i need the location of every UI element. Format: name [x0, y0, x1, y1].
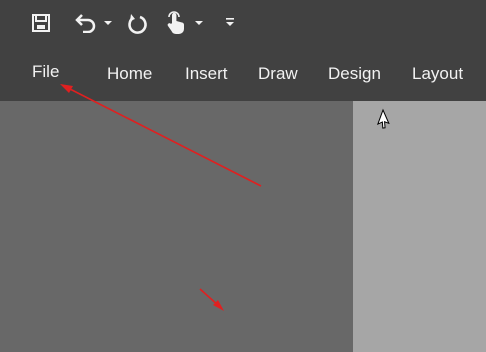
chevron-down-icon: [104, 21, 112, 25]
ribbon-tab-bar: File Home Insert Draw Design Layout: [0, 54, 486, 92]
chevron-down-icon: [195, 21, 203, 25]
save-icon: [32, 14, 50, 32]
customize-qat-icon: [226, 18, 234, 26]
touch-mode-icon: [167, 11, 185, 35]
save-button[interactable]: [29, 11, 53, 35]
touch-mode-button[interactable]: [163, 9, 189, 37]
redo-icon: [128, 14, 147, 34]
undo-icon: [75, 14, 96, 33]
undo-button[interactable]: [72, 11, 98, 35]
undo-dropdown-button[interactable]: [102, 15, 114, 31]
tab-layout[interactable]: Layout: [412, 63, 463, 85]
touch-mode-dropdown-button[interactable]: [193, 15, 205, 31]
document-page[interactable]: [353, 101, 486, 352]
tab-insert[interactable]: Insert: [185, 63, 228, 85]
redo-button[interactable]: [125, 11, 151, 37]
quick-access-toolbar: [0, 0, 486, 46]
tab-design[interactable]: Design: [328, 63, 381, 85]
tab-draw[interactable]: Draw: [258, 63, 298, 85]
tab-file[interactable]: File: [32, 61, 59, 83]
customize-quick-access-button[interactable]: [223, 13, 237, 31]
tab-home[interactable]: Home: [107, 63, 152, 85]
ribbon: File Home Insert Draw Design Layout: [0, 0, 486, 101]
